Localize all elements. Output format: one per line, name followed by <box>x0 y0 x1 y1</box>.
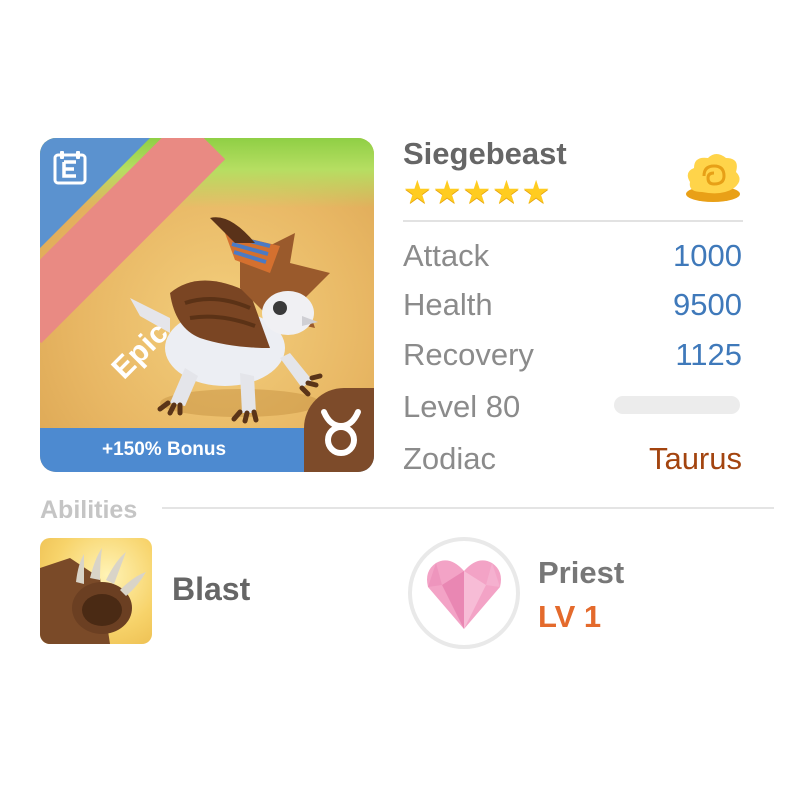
zodiac-badge[interactable] <box>304 388 374 472</box>
zodiac-label: Zodiac <box>403 441 497 476</box>
health-label: Health <box>403 287 493 322</box>
taurus-icon <box>321 409 361 456</box>
bonus-label: +150% Bonus <box>102 439 227 460</box>
star-icon: ★ <box>462 174 492 210</box>
star-icon: ★ <box>403 174 432 210</box>
star-icon: ★ <box>521 174 551 210</box>
attack-value: 1000 <box>673 238 742 273</box>
paw-claw-graphic <box>40 548 146 644</box>
level-progress-bar <box>614 396 740 414</box>
abilities-divider <box>162 507 774 509</box>
health-value: 9500 <box>673 287 742 322</box>
level-label: Level 80 <box>403 389 521 424</box>
star-icon: ★ <box>492 174 521 210</box>
gold-cloud-icon[interactable] <box>682 152 744 204</box>
ability-name: Blast <box>172 571 251 607</box>
recovery-label: Recovery <box>403 337 534 372</box>
star-rating: ★★★★★ <box>403 174 551 210</box>
zodiac-value: Taurus <box>648 441 742 476</box>
header-divider <box>403 220 743 222</box>
paw-claw-icon[interactable] <box>40 538 152 644</box>
class-icon-button[interactable] <box>408 537 520 649</box>
class-name: Priest <box>538 555 625 590</box>
recovery-value: 1125 <box>675 337 742 372</box>
attack-label: Attack <box>403 238 490 273</box>
class-level: LV 1 <box>538 599 602 634</box>
heart-icon <box>427 560 501 629</box>
creature-name: Siegebeast <box>403 136 567 171</box>
abilities-header: Abilities <box>40 496 138 524</box>
creature-card[interactable]: Epic +150% Bonus <box>40 138 374 472</box>
e-icon[interactable] <box>52 150 88 186</box>
creature-image <box>130 217 330 424</box>
star-icon: ★ <box>432 174 462 210</box>
